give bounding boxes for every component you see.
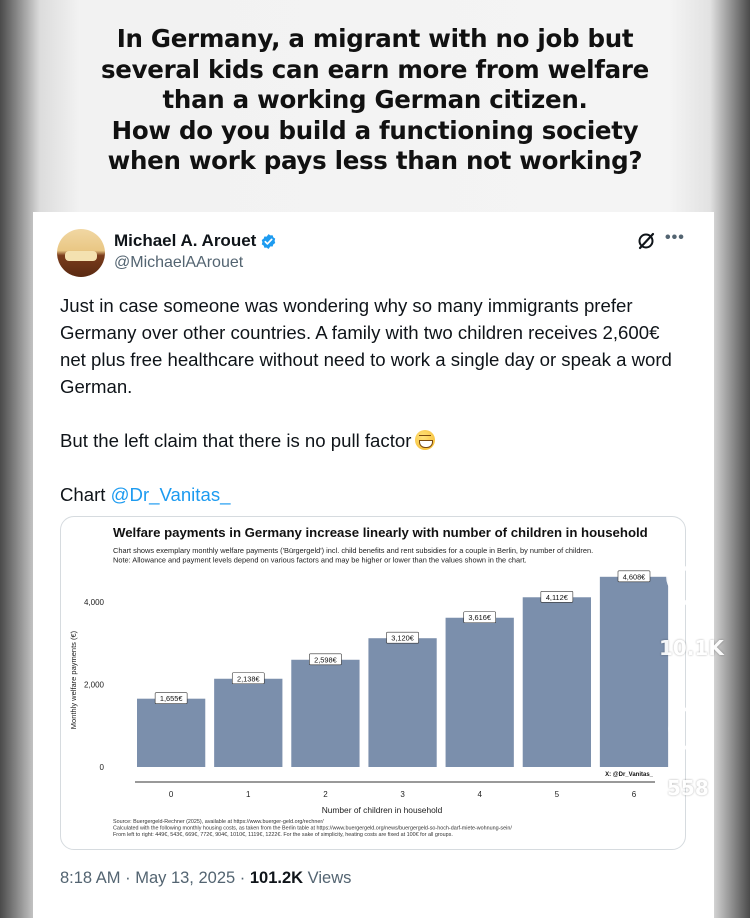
value-label: 2,598€ (314, 655, 337, 664)
x-tick-label: 2 (323, 790, 328, 799)
views-label: Views (303, 869, 352, 887)
headline-line: How do you build a functioning society (111, 115, 639, 145)
author-handle[interactable]: @MichaelAArouet (114, 254, 243, 272)
x-tick-label: 6 (632, 790, 637, 799)
tweet-meta: 8:18 AM · May 13, 2025 · 101.2K Views (60, 869, 351, 888)
x-tick-label: 3 (400, 790, 405, 799)
x-tick-label: 0 (169, 790, 174, 799)
chart-source-note: Calculated with the following monthly ho… (113, 826, 512, 832)
comment-count: 558 (667, 776, 709, 800)
chart-image[interactable]: Welfare payments in Germany increase lin… (60, 516, 686, 850)
y-tick-label: 0 (100, 763, 105, 772)
comment-icon[interactable] (665, 705, 715, 755)
tweet-timestamp[interactable]: 8:18 AM · May 13, 2025 · (60, 869, 250, 887)
value-label: 1,655€ (160, 694, 183, 703)
bar (291, 659, 360, 767)
story-headline: In Germany, a migrant with no job but se… (0, 24, 750, 177)
chart-subtitle: Chart shows exemplary monthly welfare pa… (113, 546, 593, 555)
bar (522, 597, 591, 767)
bar (214, 678, 283, 767)
x-tick-label: 4 (477, 790, 482, 799)
headline-line: In Germany, a migrant with no job but (116, 24, 634, 53)
headline-line: several kids can earn more from welfare (101, 54, 649, 84)
tweet-text: Just in case someone was wondering why s… (60, 292, 680, 508)
value-label: 3,120€ (391, 634, 414, 643)
chart-watermark: X: @Dr_Vanitas_ (605, 772, 654, 778)
x-tick-label: 1 (246, 790, 251, 799)
y-axis-label: Monthly welfare payments (€) (69, 630, 78, 729)
chart-title: Welfare payments in Germany increase lin… (113, 525, 648, 540)
chart-source-note: From left to right: 449€, 543€, 669€, 77… (113, 832, 453, 838)
chart-credit-label: Chart (60, 484, 106, 505)
y-tick-label: 2,000 (84, 680, 105, 689)
headline-line: than a working German citizen. (162, 85, 588, 114)
like-count: 10.1K (659, 636, 724, 660)
tweet-paragraph: Just in case someone was wondering why s… (60, 295, 672, 397)
bar (445, 617, 514, 767)
x-tick-label: 5 (555, 790, 560, 799)
value-label: 4,112€ (546, 593, 568, 602)
mention-link[interactable]: @Dr_Vanitas_ (111, 484, 231, 505)
headline-line: when work pays less than not working? (107, 146, 643, 175)
more-icon[interactable]: ••• (665, 229, 685, 247)
welfare-bar-chart: Welfare payments in Germany increase lin… (69, 525, 669, 838)
tweet-pull-factor-text: But the left claim that there is no pull… (60, 430, 412, 451)
avatar[interactable] (57, 229, 105, 277)
grinning-emoji-icon (415, 430, 436, 450)
author-name[interactable]: Michael A. Arouet (114, 231, 256, 251)
send-icon[interactable] (664, 852, 714, 898)
value-label: 3,616€ (468, 613, 491, 622)
grok-icon[interactable] (636, 231, 656, 251)
bar (599, 576, 669, 767)
x-axis-label: Number of children in household (322, 805, 443, 815)
chart-source-note: Source: Buergergeld-Rechner (2025), avai… (113, 819, 324, 825)
bar (368, 638, 437, 767)
verified-badge-icon (261, 234, 276, 249)
value-label: 4,608€ (623, 572, 646, 581)
chart-subtitle: Note: Allowance and payment levels depen… (113, 556, 527, 565)
bar (137, 698, 206, 767)
heart-icon[interactable] (664, 563, 716, 611)
value-label: 2,138€ (237, 674, 260, 683)
tweet-paragraph: But the left claim that there is no pull… (60, 427, 680, 454)
views-count: 101.2K (249, 869, 304, 887)
tweet-chart-credit: Chart @Dr_Vanitas_ (60, 481, 680, 508)
y-tick-label: 4,000 (84, 598, 105, 607)
